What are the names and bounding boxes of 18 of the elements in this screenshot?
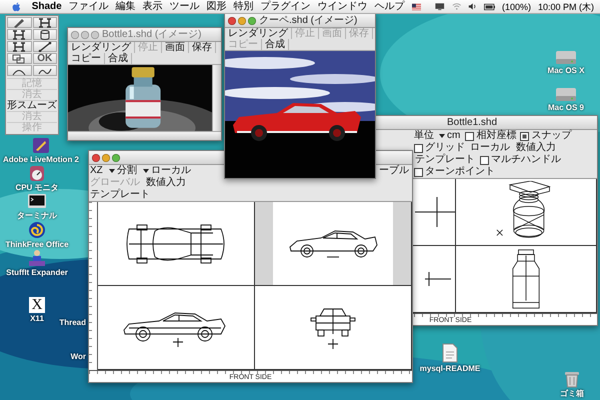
menu-item[interactable]: 表示 [142,0,163,12]
wifi-icon[interactable] [452,2,462,11]
menu-item[interactable]: ファイル [68,0,109,12]
menu-item[interactable]: 図形 [206,0,227,12]
app-menu[interactable]: Shade [32,0,62,12]
apple-icon[interactable] [12,0,21,12]
display-icon[interactable] [435,2,445,11]
menu-item[interactable]: ツール [170,0,200,12]
battery-icon[interactable] [484,2,495,10]
flag-icon[interactable] [412,2,422,10]
battery-percentage[interactable]: (100%) [502,0,531,12]
menu-item[interactable]: 編集 [116,0,136,12]
menu-item[interactable]: 特別 [234,0,254,12]
menu-item[interactable]: ウインドウ [318,0,368,12]
menu-item[interactable]: ヘルプ [374,0,405,12]
volume-icon[interactable] [468,2,477,11]
clock[interactable]: 10:00 PM (木) [538,0,594,12]
menu-item[interactable]: プラグイン [260,0,311,12]
